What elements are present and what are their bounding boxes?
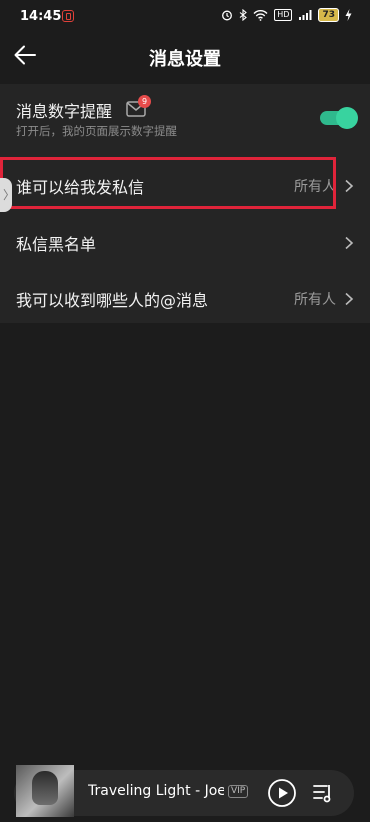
side-drawer-handle[interactable]: 〉 [0, 178, 16, 212]
charging-icon [345, 9, 352, 21]
alarm-icon [222, 10, 233, 21]
notify-title: 消息数字提醒 [16, 102, 113, 121]
signal-icon [299, 10, 312, 20]
album-cover[interactable] [16, 765, 74, 817]
track-title[interactable]: Traveling Light - Joel [88, 783, 224, 799]
bluetooth-icon [239, 9, 248, 21]
row-blacklist[interactable]: 私信黑名单 [0, 216, 370, 268]
play-icon[interactable] [267, 778, 297, 808]
notify-row: 消息数字提醒 9 打开后，我的页面展示数字提醒 [0, 84, 370, 142]
row-mention-source[interactable]: 我可以收到哪些人的@消息 所有人 [0, 272, 370, 324]
chevron-right-icon [345, 292, 354, 306]
mini-player[interactable]: Traveling Light - Joel VIP [14, 765, 354, 817]
toggle-knob [336, 107, 358, 129]
playlist-icon[interactable] [312, 781, 336, 805]
status-bar: 14:45 HD 73 [0, 0, 370, 34]
app-notification-icon [62, 10, 74, 22]
status-time: 14:45 [20, 9, 62, 24]
notify-toggle[interactable] [320, 107, 358, 129]
chevron-right-icon [345, 179, 354, 193]
row-value: 所有人 [294, 292, 336, 308]
vip-badge: VIP [228, 785, 249, 798]
battery-indicator: 73 [318, 8, 339, 22]
hd-icon: HD [274, 9, 293, 21]
highlight-box [0, 157, 336, 209]
chevron-right-icon [345, 236, 354, 250]
notify-subtitle: 打开后，我的页面展示数字提醒 [16, 124, 177, 138]
status-icons: HD 73 [221, 8, 352, 22]
handle-chevron-icon: 〉 [3, 188, 16, 202]
row-label: 我可以收到哪些人的@消息 [16, 291, 209, 310]
notify-badge: 9 [138, 95, 151, 108]
wifi-icon [253, 10, 268, 21]
page-title: 消息设置 [149, 49, 221, 70]
album-art [32, 771, 58, 805]
row-label: 私信黑名单 [16, 235, 97, 254]
header: 消息设置 [0, 34, 370, 78]
